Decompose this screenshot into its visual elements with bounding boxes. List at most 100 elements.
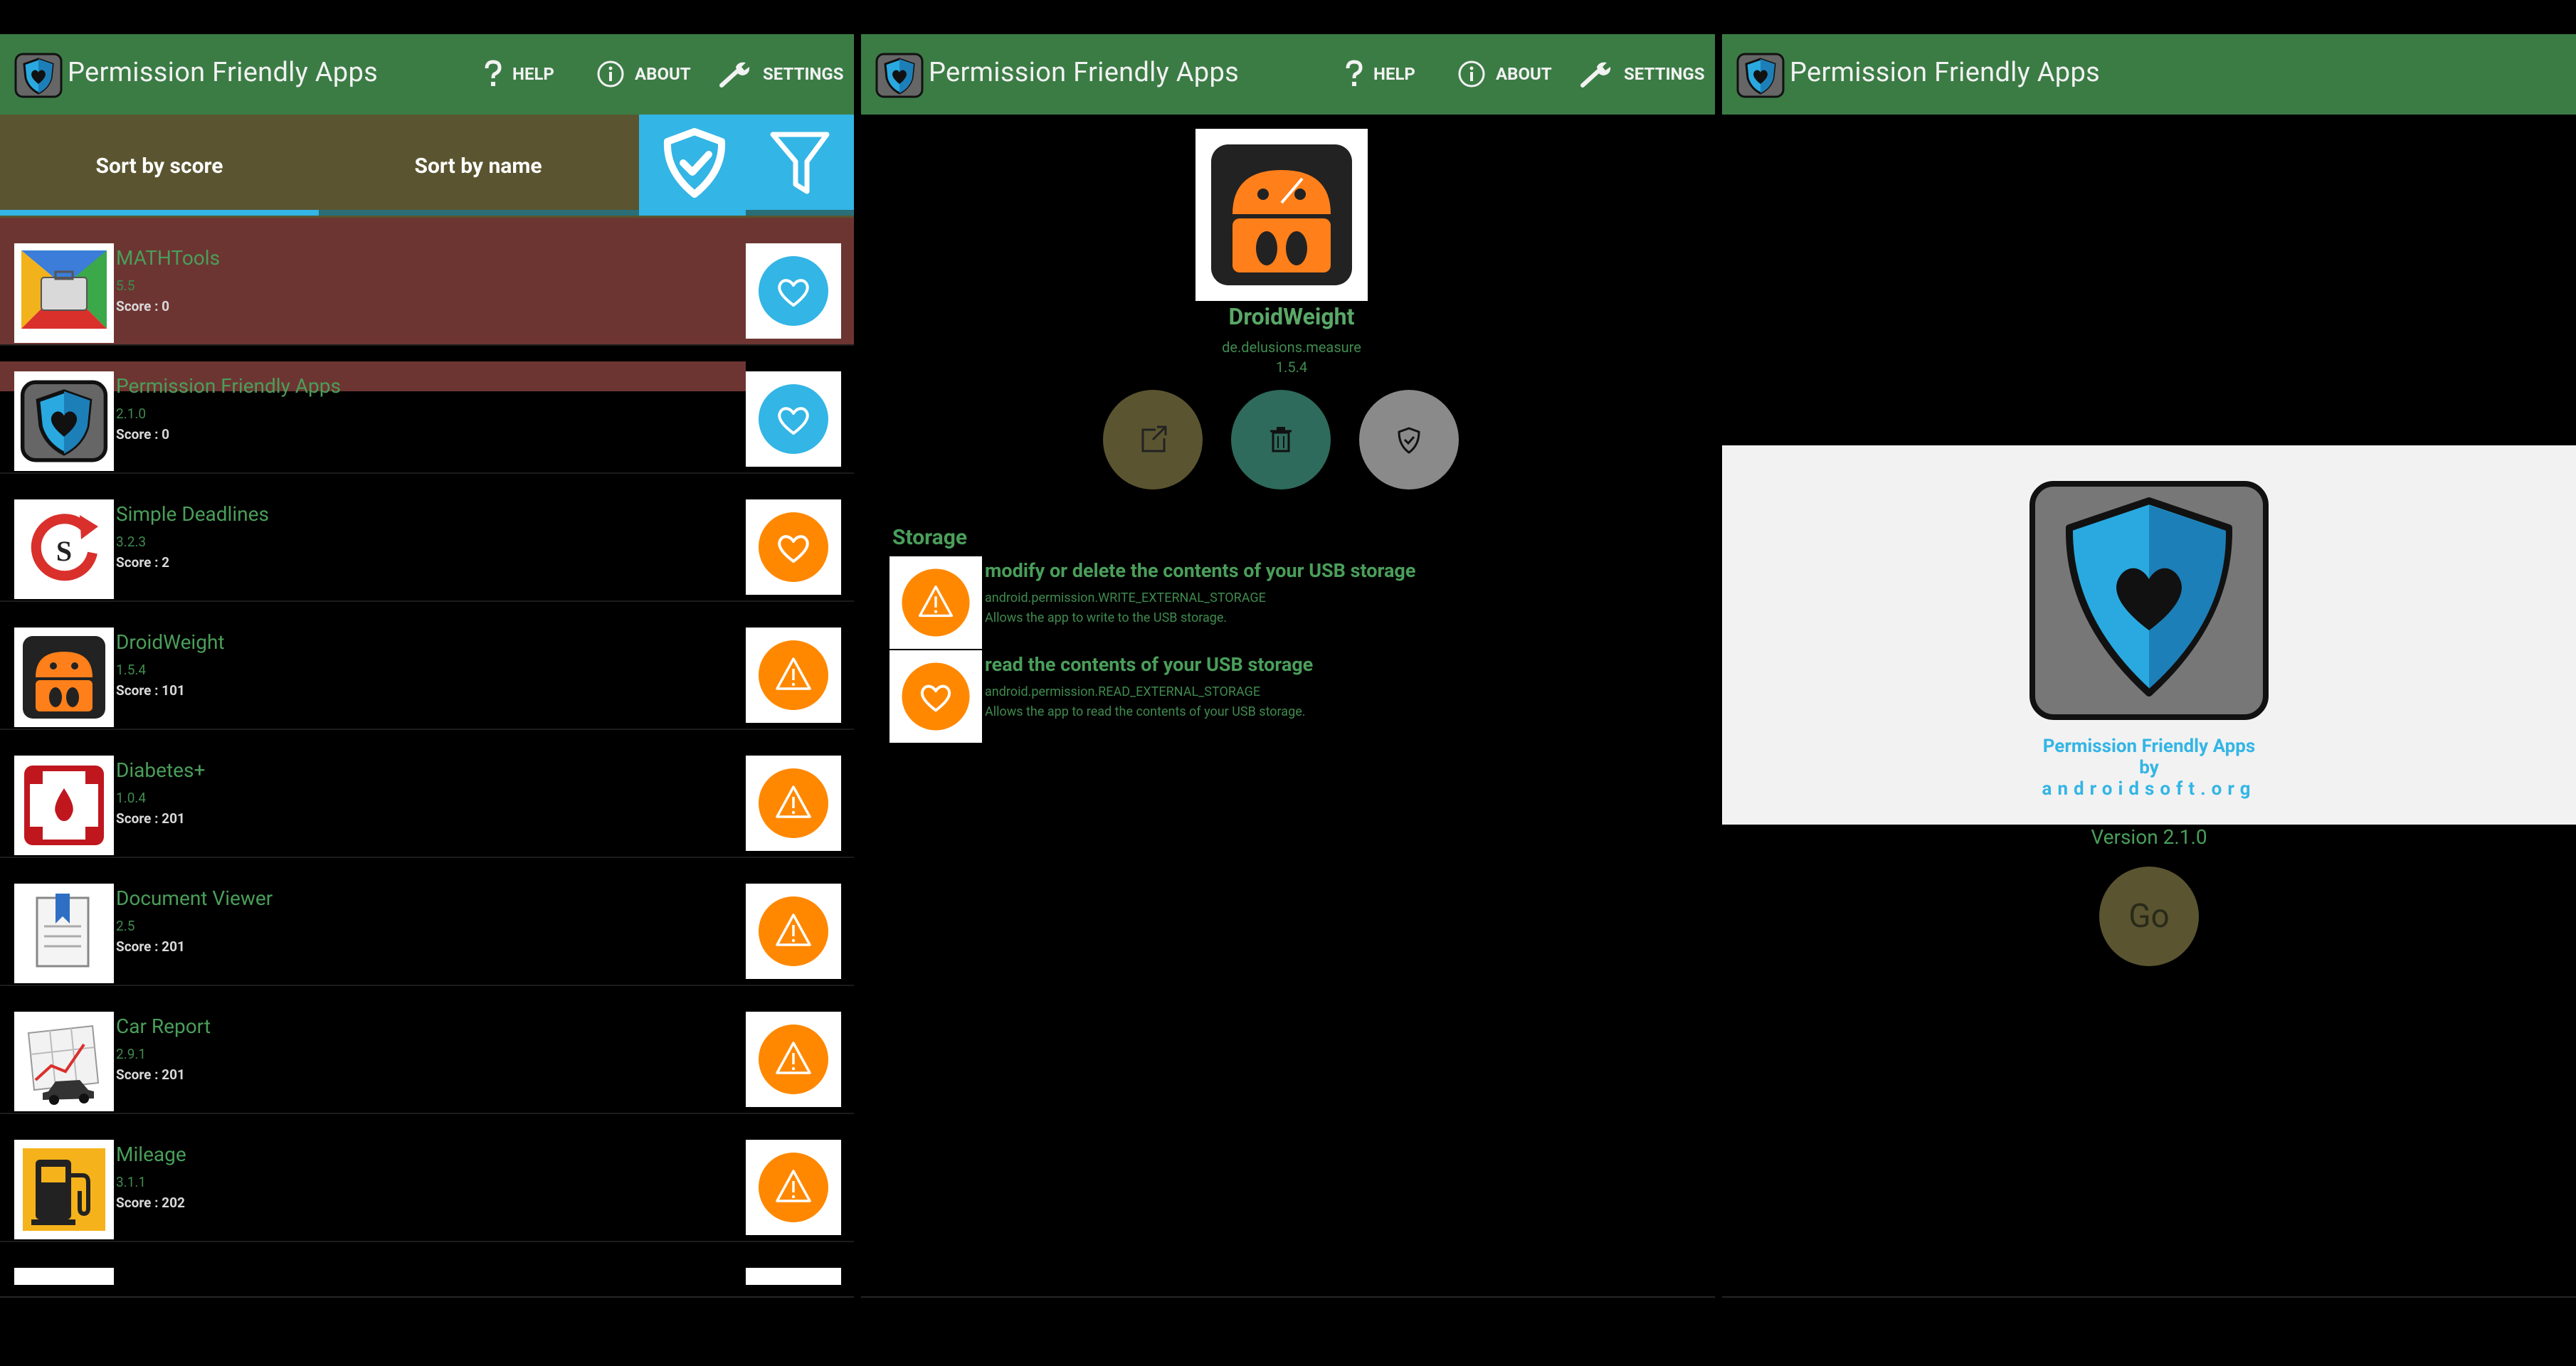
app-name: Document Viewer	[116, 886, 273, 910]
list-item[interactable]: Mileage 3.1.1 Score : 202	[0, 1114, 854, 1242]
app-score: Score : 0	[116, 298, 170, 314]
tab-indicator-filter	[746, 210, 854, 216]
version-label: Version 2.1.0	[2091, 825, 2207, 849]
list-item[interactable]: Diabetes+ 1.0.4 Score : 201	[0, 730, 854, 858]
app-name: Simple Deadlines	[116, 502, 269, 526]
splash-card: Permission Friendly Apps by androidsoft.…	[1722, 445, 2576, 825]
app-list-screen: Permission Friendly Apps HELP ABOUT SETT…	[0, 34, 854, 1298]
app-score: Score : 2	[116, 554, 170, 571]
detail-package: de.delusions.measure	[1222, 339, 1361, 356]
splash-publisher: androidsoft.org	[2042, 778, 2256, 800]
detail-app-name: DroidWeight	[1228, 303, 1355, 330]
tab-sort-by-score[interactable]: Sort by score	[0, 115, 319, 218]
app-version: 2.9.1	[116, 1046, 147, 1062]
wrench-icon	[1580, 62, 1611, 88]
app-version: 3.1.1	[116, 1174, 147, 1190]
settings-label: SETTINGS	[1624, 64, 1705, 84]
permission-item[interactable]: modify or delete the contents of your US…	[890, 556, 1715, 650]
tab-indicator-score	[0, 210, 319, 216]
trust-button[interactable]	[1359, 390, 1459, 489]
blood-drop-icon	[14, 756, 114, 855]
help-button[interactable]: HELP	[1345, 55, 1415, 92]
tab-sort-by-name[interactable]: Sort by name	[319, 115, 638, 218]
app-score: Score : 201	[116, 810, 185, 827]
permission-item[interactable]: read the contents of your USB storage an…	[890, 650, 1715, 744]
info-icon	[1458, 60, 1485, 88]
shield-heart-icon	[2029, 481, 2269, 720]
app-title: Permission Friendly Apps	[1790, 57, 2100, 88]
app-detail-screen: Permission Friendly Apps HELP ABOUT SETT…	[861, 34, 1715, 1298]
app-score: Score : 0	[116, 426, 170, 443]
warning-icon	[890, 556, 982, 649]
external-link-icon	[1141, 425, 1167, 452]
open-app-button[interactable]	[1103, 390, 1203, 489]
app-title: Permission Friendly Apps	[68, 57, 378, 88]
list-item[interactable]: MATHTools 5.5 Score : 0	[0, 218, 854, 346]
about-button[interactable]: ABOUT	[1457, 55, 1552, 92]
app-title: Permission Friendly Apps	[929, 57, 1239, 88]
app-name: DroidWeight	[116, 630, 225, 654]
heart-orange-icon	[890, 650, 982, 743]
app-version: 5.5	[116, 277, 135, 294]
list-item[interactable]: DroidWeight 1.5.4 Score : 101	[0, 602, 854, 730]
partial-app-icon	[14, 1268, 114, 1285]
warning-icon	[746, 628, 841, 723]
settings-label: SETTINGS	[763, 64, 844, 84]
list-item-partial[interactable]	[0, 1242, 854, 1285]
app-name: Permission Friendly Apps	[116, 374, 341, 398]
app-score: Score : 201	[116, 938, 185, 955]
heart-orange-icon	[746, 499, 841, 595]
splash-screen: Permission Friendly Apps Permission Frie…	[1722, 34, 2576, 1298]
list-item[interactable]: Car Report 2.9.1 Score : 201	[0, 986, 854, 1114]
about-label: ABOUT	[1496, 64, 1552, 84]
permission-name: android.permission.READ_EXTERNAL_STORAGE	[985, 684, 1261, 699]
permission-name: android.permission.WRITE_EXTERNAL_STORAG…	[985, 591, 1266, 605]
permission-title: read the contents of your USB storage	[985, 653, 1314, 676]
filter-icon[interactable]	[764, 127, 835, 198]
help-label: HELP	[512, 64, 554, 84]
deadline-icon: S	[14, 499, 114, 599]
shield-check-icon[interactable]	[659, 127, 730, 198]
sort-tabs: Sort by score Sort by name	[0, 115, 854, 218]
permission-title: modify or delete the contents of your US…	[985, 559, 1416, 582]
uninstall-button[interactable]	[1231, 390, 1331, 489]
partial-badge	[746, 1268, 841, 1285]
app-version: 3.2.3	[116, 534, 147, 550]
app-score: Score : 201	[116, 1066, 185, 1083]
list-item[interactable]: Permission Friendly Apps 2.1.0 Score : 0	[0, 346, 854, 474]
go-button[interactable]: Go	[2099, 867, 2199, 966]
app-name: Car Report	[116, 1015, 211, 1038]
app-name: MATHTools	[116, 246, 221, 270]
app-version: 2.5	[116, 918, 135, 934]
permission-description: Allows the app to read the contents of y…	[985, 704, 1306, 719]
warning-icon	[746, 884, 841, 979]
splash-by: by	[2139, 757, 2159, 778]
fuel-pump-icon	[14, 1140, 114, 1239]
question-icon	[485, 60, 502, 86]
help-button[interactable]: HELP	[484, 55, 554, 92]
tab-indicator-name	[319, 210, 639, 216]
list-item[interactable]: Document Viewer 2.5 Score : 201	[0, 858, 854, 986]
panel-divider	[1722, 1296, 2576, 1298]
detail-version: 1.5.4	[1275, 359, 1308, 376]
filter-toolbar	[639, 115, 854, 210]
warning-icon	[746, 1012, 841, 1107]
action-bar: Permission Friendly Apps HELP ABOUT SETT…	[861, 34, 1715, 115]
about-button[interactable]: ABOUT	[596, 55, 691, 92]
info-icon	[597, 60, 624, 88]
app-score: Score : 101	[116, 682, 185, 699]
app-logo-icon	[14, 53, 63, 98]
settings-button[interactable]: SETTINGS	[719, 55, 844, 92]
list-item[interactable]: S Simple Deadlines 3.2.3 Score : 2	[0, 474, 854, 602]
heart-icon	[746, 243, 841, 339]
droid-scale-icon	[1195, 129, 1368, 301]
settings-button[interactable]: SETTINGS	[1580, 55, 1705, 92]
app-name: Mileage	[116, 1143, 186, 1166]
app-logo-icon	[875, 53, 924, 98]
warning-icon	[746, 756, 841, 851]
permission-description: Allows the app to write to the USB stora…	[985, 610, 1228, 625]
car-chart-icon	[14, 1012, 114, 1111]
panel-divider	[0, 1296, 854, 1298]
toolbox-icon	[14, 243, 114, 343]
about-label: ABOUT	[635, 64, 691, 84]
